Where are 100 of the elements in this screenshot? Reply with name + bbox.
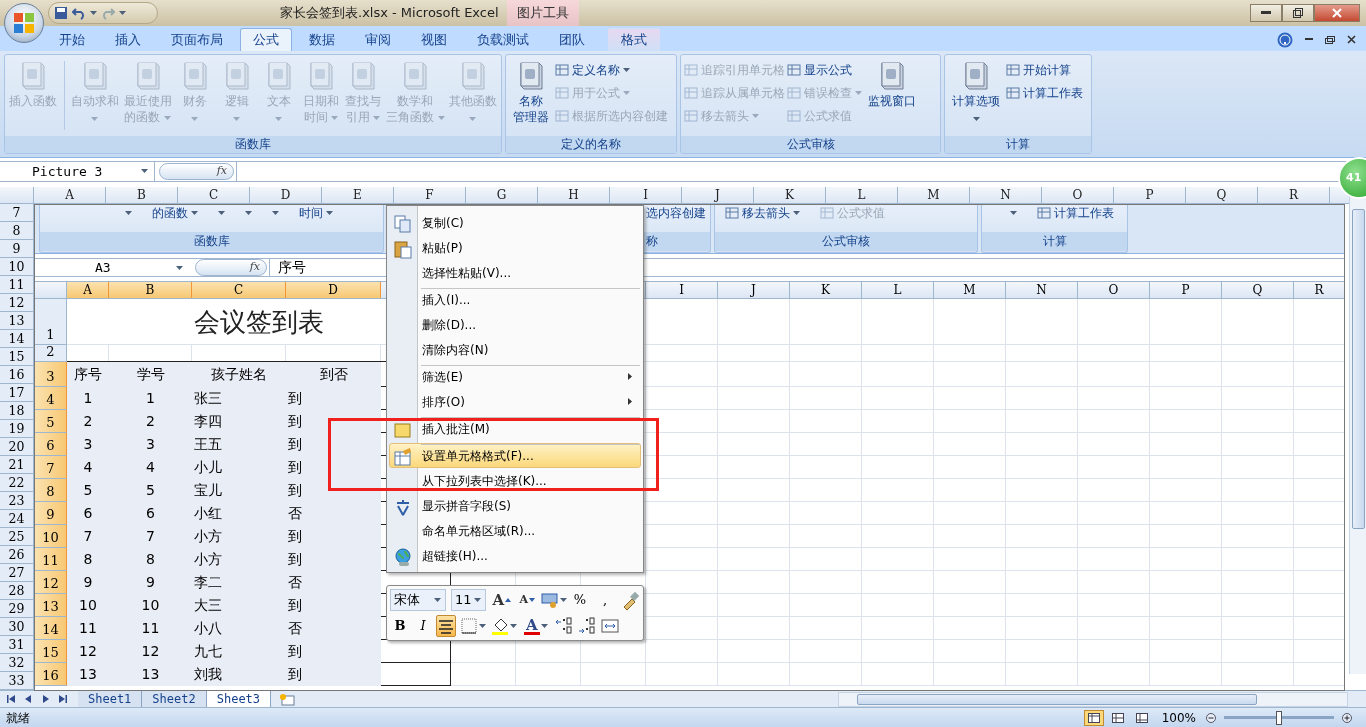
row-header[interactable]: 7 [35, 456, 67, 479]
ribbon-tab[interactable]: 插入 [102, 28, 154, 51]
caret-icon[interactable] [474, 598, 482, 602]
decrease-decimal-button[interactable] [576, 615, 597, 637]
column-header[interactable]: N [1006, 282, 1078, 298]
column-header[interactable]: L [826, 187, 898, 203]
caret-icon[interactable] [119, 11, 126, 15]
ribbon-tab[interactable]: 数据 [296, 28, 348, 51]
column-header[interactable]: P [1114, 187, 1186, 203]
ribbon-tab[interactable]: 开始 [46, 28, 98, 51]
menu-item[interactable]: 排序(O) [389, 389, 641, 414]
scrollbar-thumb[interactable] [857, 693, 1257, 705]
column-header[interactable]: B [109, 282, 192, 298]
column-header[interactable]: R [1294, 282, 1344, 298]
slider-thumb[interactable] [1276, 710, 1282, 725]
column-header[interactable]: M [898, 187, 970, 203]
menu-item[interactable]: 清除内容(N) [389, 337, 641, 362]
caret-icon[interactable] [245, 211, 252, 215]
row-header[interactable]: 9 [35, 502, 67, 525]
insert-function-button[interactable]: fx [159, 163, 234, 180]
caret-icon[interactable] [1010, 211, 1017, 215]
row-header[interactable]: 27 [0, 564, 34, 582]
ribbon-button[interactable]: 的函数 [152, 205, 198, 221]
row-header[interactable]: 7 [0, 204, 34, 222]
menu-item[interactable]: 命名单元格区域(R)... [389, 518, 641, 543]
row-header[interactable]: 12 [35, 571, 67, 594]
ribbon-tab[interactable]: 团队 [546, 28, 598, 51]
border-button[interactable] [459, 615, 487, 637]
caret-icon[interactable] [218, 211, 225, 215]
column-header[interactable]: K [790, 282, 862, 298]
row-header[interactable]: 25 [0, 528, 34, 546]
ribbon-button[interactable]: 时间 [299, 205, 333, 221]
column-header[interactable]: A [34, 187, 106, 203]
zoom-in-icon[interactable] [1342, 712, 1352, 723]
caret-icon[interactable] [510, 624, 517, 628]
italic-button[interactable]: I [413, 615, 433, 637]
view-button[interactable] [1083, 709, 1104, 726]
ribbon-tab[interactable]: 视图 [408, 28, 460, 51]
column-header[interactable]: C [178, 187, 250, 203]
ribbon-button[interactable]: 开始计算 [1006, 60, 1083, 80]
ribbon-button[interactable]: 显示公式 [787, 60, 862, 80]
restore-button[interactable] [1282, 4, 1314, 22]
caret-icon[interactable] [326, 211, 333, 215]
minimize-button[interactable] [1250, 4, 1282, 22]
column-header[interactable]: L [862, 282, 934, 298]
column-header[interactable]: O [1078, 282, 1150, 298]
caret-icon[interactable] [559, 598, 567, 602]
row-header[interactable]: 11 [35, 548, 67, 571]
ribbon-button[interactable]: 名称 管理器 [509, 57, 553, 127]
office-button[interactable] [4, 3, 44, 43]
ribbon-button[interactable]: 计算工作表 [1006, 83, 1083, 103]
row-header[interactable]: 5 [35, 410, 67, 433]
row-header[interactable]: 15 [35, 640, 67, 663]
close-button[interactable] [1314, 4, 1360, 22]
last-sheet-icon[interactable] [57, 693, 68, 705]
row-header[interactable]: 32 [0, 654, 34, 672]
row-header[interactable]: 14 [0, 330, 34, 348]
ribbon-button[interactable]: 计算工作表 [1037, 205, 1114, 221]
row-header[interactable]: 12 [0, 294, 34, 312]
row-header[interactable]: 16 [0, 366, 34, 384]
row-header[interactable]: 4 [35, 387, 67, 410]
menu-item[interactable]: 显示拼音字段(S) [389, 493, 641, 518]
minimize-icon[interactable] [1305, 38, 1313, 41]
column-header[interactable]: M [934, 282, 1006, 298]
row-header[interactable]: 14 [35, 617, 67, 640]
ribbon-tab[interactable]: 格式 [608, 28, 660, 51]
menu-item[interactable]: 删除(D)... [389, 312, 641, 337]
row-header[interactable]: 1 [35, 299, 67, 345]
row-header[interactable]: 30 [0, 618, 34, 636]
caret-icon[interactable] [623, 68, 630, 72]
caret-icon[interactable] [479, 624, 486, 628]
ribbon-button[interactable]: 计算选项 [948, 57, 1004, 129]
row-header[interactable]: 20 [0, 438, 34, 456]
column-header[interactable]: P [1150, 282, 1222, 298]
column-header[interactable]: I [610, 187, 682, 203]
ribbon-tab[interactable]: 页面布局 [158, 28, 236, 51]
picture-frame[interactable] [34, 204, 1345, 691]
caret-icon[interactable] [141, 169, 148, 173]
row-header[interactable]: 11 [0, 276, 34, 294]
column-header[interactable]: J [682, 187, 754, 203]
row-header[interactable]: 2 [35, 345, 67, 362]
row-header[interactable]: 17 [0, 384, 34, 402]
bold-button[interactable]: B [390, 615, 410, 637]
ribbon-button[interactable]: 定义名称 [555, 60, 668, 80]
column-header[interactable]: I [646, 282, 718, 298]
row-header[interactable]: 16 [35, 663, 67, 686]
column-header[interactable]: K [754, 187, 826, 203]
row-header[interactable]: 8 [0, 222, 34, 240]
row-header[interactable]: 13 [35, 594, 67, 617]
name-box[interactable]: A3 [35, 259, 191, 276]
column-header[interactable]: R [1258, 187, 1330, 203]
row-header[interactable]: 18 [0, 402, 34, 420]
row-header[interactable]: 13 [0, 312, 34, 330]
ribbon-button[interactable]: 移去箭头 [725, 205, 800, 221]
insert-function-button[interactable]: fx [195, 259, 267, 276]
column-header[interactable]: D [250, 187, 322, 203]
ribbon-button[interactable]: 监视窗口 [864, 57, 920, 111]
name-box[interactable]: Picture 3 [0, 162, 155, 181]
row-header[interactable]: 23 [0, 492, 34, 510]
previous-sheet-icon[interactable] [23, 693, 34, 705]
